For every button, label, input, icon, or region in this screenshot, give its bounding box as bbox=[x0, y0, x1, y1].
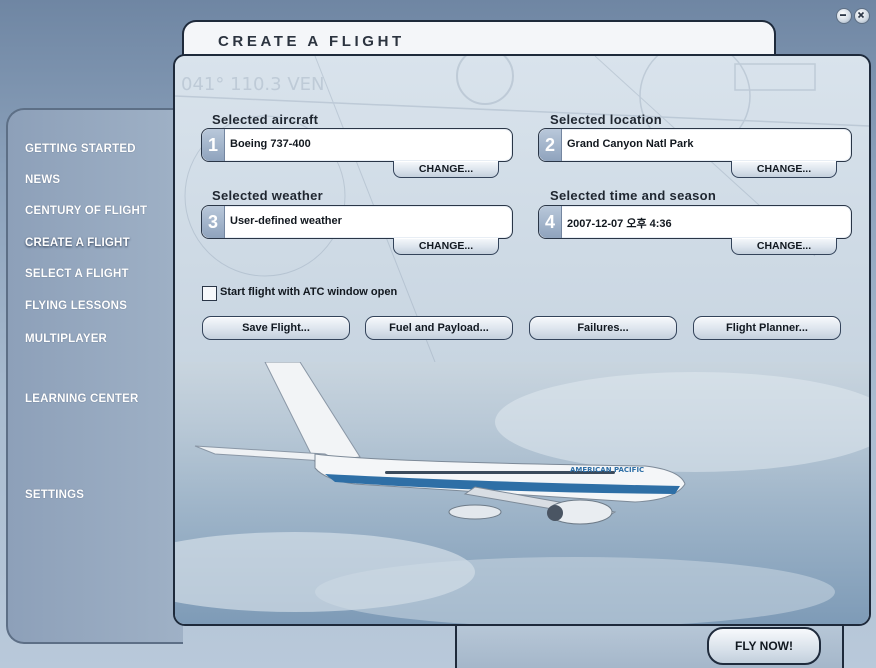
window-controls bbox=[836, 8, 870, 24]
airliner-image: AMERICAN PACIFIC bbox=[175, 361, 869, 624]
location-label: Selected location bbox=[550, 112, 663, 127]
nav-select-a-flight[interactable]: SELECT A FLIGHT bbox=[25, 268, 129, 280]
aircraft-label: Selected aircraft bbox=[212, 112, 319, 127]
badge-3: 3 bbox=[202, 206, 225, 238]
failures-button[interactable]: Failures... bbox=[529, 316, 677, 340]
badge-1: 1 bbox=[202, 129, 225, 161]
close-icon[interactable] bbox=[854, 8, 870, 24]
aircraft-field[interactable]: 1 Boeing 737-400 bbox=[201, 128, 513, 162]
nav-flying-lessons[interactable]: FLYING LESSONS bbox=[25, 300, 127, 312]
weather-field[interactable]: 3 User-defined weather bbox=[201, 205, 513, 239]
left-nav: GETTING STARTED NEWS CENTURY OF FLIGHT C… bbox=[6, 108, 183, 644]
change-weather-button[interactable]: CHANGE... bbox=[393, 238, 499, 255]
nav-getting-started[interactable]: GETTING STARTED bbox=[25, 143, 136, 155]
fly-now-button[interactable]: FLY NOW! bbox=[707, 627, 821, 665]
minimize-icon[interactable] bbox=[836, 8, 852, 24]
nav-create-a-flight[interactable]: CREATE A FLIGHT bbox=[25, 237, 130, 249]
location-value: Grand Canyon Natl Park bbox=[567, 138, 694, 150]
badge-4: 4 bbox=[539, 206, 562, 238]
weather-label: Selected weather bbox=[212, 188, 324, 203]
main-panel: 041° 110.3 VEN Selected aircraft 1 Boein… bbox=[173, 54, 871, 626]
change-time-button[interactable]: CHANGE... bbox=[731, 238, 837, 255]
nav-century-of-flight[interactable]: CENTURY OF FLIGHT bbox=[25, 205, 147, 217]
nav-learning-center[interactable]: LEARNING CENTER bbox=[25, 393, 139, 405]
hero-image: AMERICAN PACIFIC bbox=[175, 361, 869, 624]
aircraft-value: Boeing 737-400 bbox=[230, 138, 311, 150]
badge-2: 2 bbox=[539, 129, 562, 161]
livery-text: AMERICAN PACIFIC bbox=[570, 466, 644, 474]
save-flight-button[interactable]: Save Flight... bbox=[202, 316, 350, 340]
change-location-button[interactable]: CHANGE... bbox=[731, 161, 837, 178]
time-value: 2007-12-07 오후 4:36 bbox=[567, 218, 672, 230]
change-aircraft-button[interactable]: CHANGE... bbox=[393, 161, 499, 178]
nav-news[interactable]: NEWS bbox=[25, 174, 60, 186]
weather-value: User-defined weather bbox=[230, 215, 342, 227]
page-title: CREATE A FLIGHT bbox=[218, 33, 405, 50]
nav-settings[interactable]: SETTINGS bbox=[25, 489, 84, 501]
nav-multiplayer[interactable]: MULTIPLAYER bbox=[25, 333, 107, 345]
time-label: Selected time and season bbox=[550, 188, 717, 203]
location-field[interactable]: 2 Grand Canyon Natl Park bbox=[538, 128, 852, 162]
atc-checkbox[interactable] bbox=[202, 286, 217, 301]
time-field[interactable]: 4 2007-12-07 오후 4:36 bbox=[538, 205, 852, 239]
flight-planner-button[interactable]: Flight Planner... bbox=[693, 316, 841, 340]
atc-checkbox-label[interactable]: Start flight with ATC window open bbox=[220, 286, 397, 298]
fuel-payload-button[interactable]: Fuel and Payload... bbox=[365, 316, 513, 340]
chart-text: 041° 110.3 VEN bbox=[181, 74, 324, 95]
